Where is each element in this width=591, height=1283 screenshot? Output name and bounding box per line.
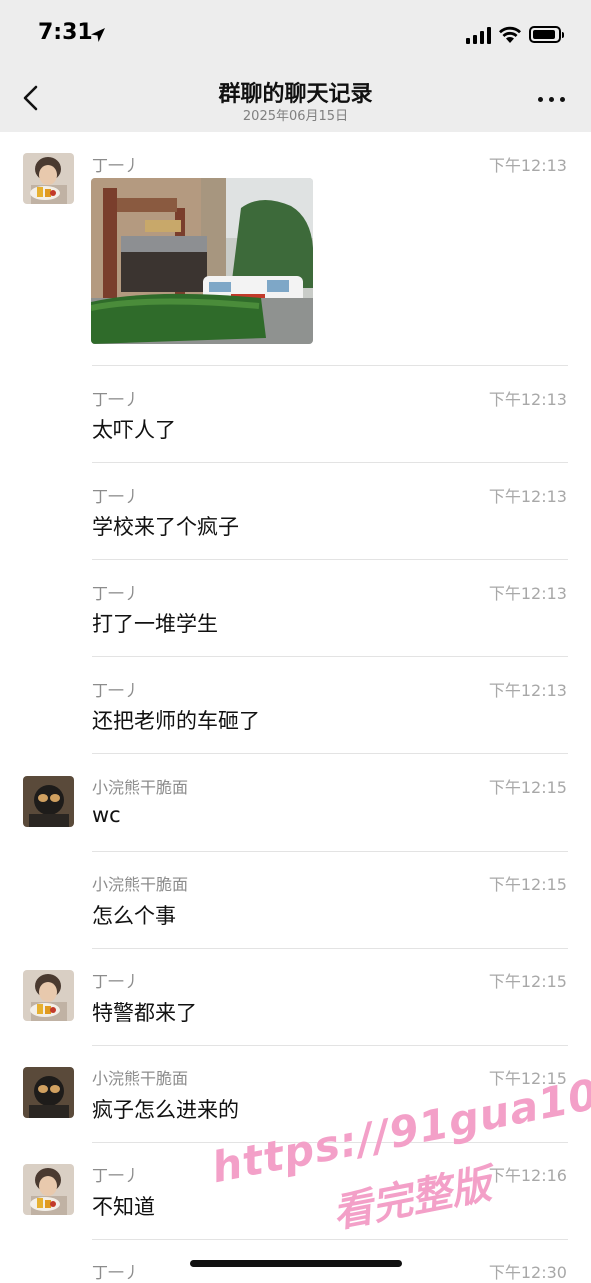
battery-icon [529,26,564,43]
divider [92,753,568,754]
message-text: 太吓人了 [92,418,176,442]
divider [92,462,568,463]
sender-name: 丁一丿 [92,1166,141,1185]
avatar[interactable] [23,776,74,827]
status-bar: 7:31 [0,0,591,66]
avatar[interactable] [23,970,74,1021]
location-arrow-icon [91,28,105,42]
divider [92,365,568,366]
wifi-icon [499,26,521,43]
sender-name: 小浣熊干脆面 [92,875,189,894]
sender-name: 丁一丿 [92,487,141,506]
divider [92,1045,568,1046]
message-time: 下午12:13 [488,156,567,175]
message-text: 还把老师的车砸了 [92,709,260,733]
status-time: 7:31 [38,20,93,45]
message-text: 怎么个事 [92,904,176,928]
more-options-button[interactable] [532,86,572,110]
divider [92,559,568,560]
sender-name: 丁一丿 [92,584,141,603]
message-time: 下午12:15 [488,972,567,991]
avatar-ding-image [23,970,74,1021]
page-title: 群聊的聊天记录 [218,82,373,107]
message-photo[interactable] [91,178,313,344]
message-text: 特警都来了 [92,1001,197,1025]
divider [92,948,568,949]
sender-name: 丁一丿 [92,972,141,991]
sender-name: 丁一丿 [92,1263,141,1282]
divider [92,851,568,852]
page-subtitle-date: 2025年06月15日 [242,109,349,124]
school-gate-ambulance-image [91,178,313,344]
avatar-ding-image [23,153,74,204]
message-time: 下午12:13 [488,584,567,603]
message-time: 下午12:15 [488,875,567,894]
avatar-raccoon-image [23,1067,74,1118]
sender-name: 丁一丿 [92,390,141,409]
avatar[interactable] [23,1067,74,1118]
nav-bar: 群聊的聊天记录 2025年06月15日 [0,66,591,132]
message-time: 下午12:15 [488,778,567,797]
message-text: 打了一堆学生 [92,612,218,636]
home-indicator[interactable] [190,1260,402,1267]
sender-name: 小浣熊干脆面 [92,1069,189,1088]
message-time: 下午12:13 [488,681,567,700]
message-text: wc [92,803,121,827]
sender-name: 丁一丿 [92,681,141,700]
cellular-signal-icon [466,27,493,44]
avatar[interactable] [23,153,74,204]
message-time: 下午12:13 [488,487,567,506]
sender-name: 丁一丿 [92,156,141,175]
sender-name: 小浣熊干脆面 [92,778,189,797]
divider [92,656,568,657]
watermark: https://91gua10.com 看完整版 [200,1031,591,1272]
message-time: 下午12:30 [488,1263,567,1282]
message-text: 学校来了个疯子 [92,515,239,539]
message-time: 下午12:13 [488,390,567,409]
avatar[interactable] [23,1164,74,1215]
avatar-ding-image [23,1164,74,1215]
message-text: 不知道 [92,1195,155,1219]
avatar-raccoon-image [23,776,74,827]
